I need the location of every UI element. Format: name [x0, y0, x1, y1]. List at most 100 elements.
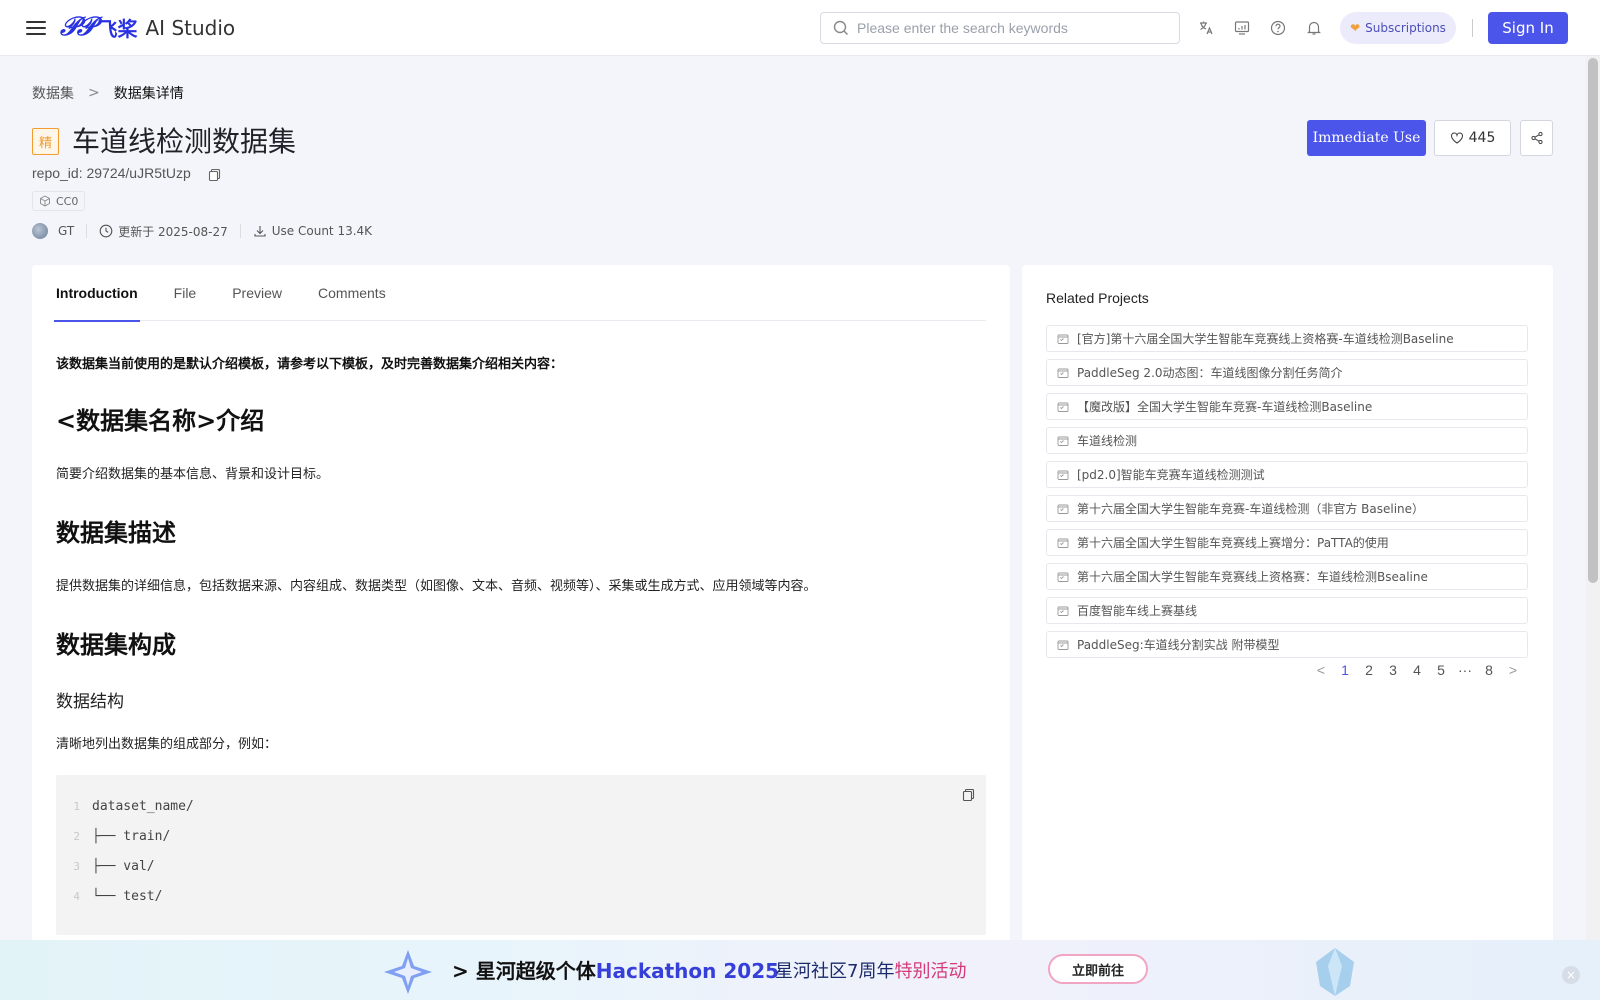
related-project-item[interactable]: 车道线检测	[1046, 427, 1528, 454]
pagination: < 1 2 3 4 5 ··· 8 >	[1309, 662, 1525, 678]
code-line: 1 dataset_name/	[56, 799, 194, 814]
subscription-heart-icon: ❤	[1350, 21, 1361, 35]
code-text: └── test/	[92, 889, 163, 904]
related-project-item[interactable]: [官方]第十六届全国大学生智能车竞赛线上资格赛-车道线检测Baseline	[1046, 325, 1528, 352]
breadcrumb: 数据集 > 数据集详情	[32, 83, 184, 103]
subscriptions-button[interactable]: ❤ Subscriptions	[1340, 12, 1456, 44]
banner-headline: > 星河超级个体Hackathon 2025	[452, 955, 779, 984]
immediate-use-button[interactable]: Immediate Use	[1307, 120, 1426, 156]
close-banner-icon[interactable]: ×	[1562, 966, 1580, 984]
like-button[interactable]: 445	[1434, 120, 1511, 156]
use-count: Use Count 13.4K	[253, 224, 372, 238]
translate-icon[interactable]	[1196, 18, 1216, 38]
banner-sub-a: 星河社区7周年	[775, 961, 895, 982]
code-line: 2 ├── train/	[56, 829, 170, 844]
copy-icon[interactable]	[208, 167, 222, 186]
logo-mark: 𝒫𝒫	[60, 12, 95, 42]
meta-divider	[86, 224, 88, 238]
related-project-title: 第十六届全国大学生智能车竞赛-车道线检测（非官方 Baseline）	[1077, 502, 1425, 516]
banner-arrow: >	[452, 959, 469, 983]
heading-description: 数据集描述	[56, 518, 176, 547]
main-content-card: Introduction File Preview Comments 该数据集当…	[32, 265, 1010, 1000]
heading-intro: <数据集名称>介绍	[56, 406, 265, 435]
related-project-item[interactable]: PaddleSeg:车道线分割实战 附带模型	[1046, 631, 1528, 658]
chevron-right-icon: >	[88, 85, 100, 101]
next-page-icon[interactable]: >	[1501, 662, 1525, 678]
page-8[interactable]: 8	[1477, 662, 1501, 678]
share-button[interactable]	[1520, 120, 1553, 156]
banner-subtitle: 星河社区7周年特别活动	[775, 957, 966, 983]
breadcrumb-datasets-link[interactable]: 数据集	[32, 83, 74, 103]
code-text: dataset_name/	[92, 799, 194, 814]
tab-bar: Introduction File Preview Comments	[54, 265, 986, 322]
banner-text-b: Hackathon 2025	[595, 959, 780, 983]
site-logo[interactable]: 𝒫𝒫 飞桨 AI Studio	[60, 12, 235, 43]
tab-comments[interactable]: Comments	[318, 265, 386, 321]
license-label: CC0	[56, 194, 79, 208]
related-project-title: [官方]第十六届全国大学生智能车竞赛线上资格赛-车道线检测Baseline	[1077, 332, 1454, 346]
use-count-text: Use Count 13.4K	[271, 224, 373, 238]
search-input[interactable]	[857, 20, 1179, 36]
related-project-item[interactable]: 第十六届全国大学生智能车竞赛-车道线检测（非官方 Baseline）	[1046, 495, 1528, 522]
sign-in-button[interactable]: Sign In	[1488, 12, 1568, 44]
avatar[interactable]	[32, 223, 48, 239]
like-count: 445	[1468, 130, 1496, 146]
search-icon	[833, 20, 848, 35]
monitor-icon[interactable]	[1232, 18, 1252, 38]
cube-icon	[40, 195, 50, 207]
line-number: 4	[73, 890, 80, 903]
folder-icon	[1057, 402, 1069, 412]
copy-code-icon[interactable]	[962, 787, 976, 806]
folder-icon	[1057, 606, 1069, 616]
help-icon[interactable]	[1268, 18, 1288, 38]
folder-icon	[1057, 640, 1069, 650]
search-box	[820, 12, 1180, 44]
prev-page-icon[interactable]: <	[1309, 662, 1333, 678]
featured-badge: 精	[32, 128, 59, 155]
scroll-thumb[interactable]	[1588, 58, 1598, 583]
author-name[interactable]: GT	[58, 224, 74, 238]
related-project-item[interactable]: 第十六届全国大学生智能车竞赛线上资格赛：车道线检测Bsealine	[1046, 563, 1528, 590]
paragraph-description: 提供数据集的详细信息，包括数据来源、内容组成、数据类型（如图像、文本、音频、视频…	[56, 579, 817, 594]
related-project-item[interactable]: PaddleSeg 2.0动态图：车道线图像分割任务简介	[1046, 359, 1528, 386]
meta-row: GT 更新于 2025-08-27 Use Count 13.4K	[32, 220, 372, 242]
related-project-title: 第十六届全国大学生智能车竞赛线上资格赛：车道线检测Bsealine	[1077, 570, 1428, 584]
tab-file[interactable]: File	[174, 265, 197, 321]
logo-en-text: AI Studio	[145, 15, 236, 40]
page-2[interactable]: 2	[1357, 662, 1381, 678]
page-4[interactable]: 4	[1405, 662, 1429, 678]
folder-icon	[1057, 504, 1069, 514]
folder-icon	[1057, 538, 1069, 548]
code-text: ├── val/	[92, 859, 155, 874]
clock-icon	[99, 224, 113, 238]
line-number: 3	[73, 860, 80, 873]
related-project-title: 百度智能车线上赛基线	[1077, 604, 1198, 618]
code-line: 3 ├── val/	[56, 859, 155, 874]
related-project-title: 第十六届全国大学生智能车竞赛线上赛增分：PaTTA的使用	[1077, 536, 1389, 550]
bell-icon[interactable]	[1304, 18, 1324, 38]
related-projects-card: Related Projects [官方]第十六届全国大学生智能车竞赛线上资格赛…	[1022, 265, 1553, 1000]
banner-go-button[interactable]: 立即前往	[1048, 954, 1148, 984]
related-project-item[interactable]: 百度智能车线上赛基线	[1046, 597, 1528, 624]
top-header: 𝒫𝒫 飞桨 AI Studio ❤ Subscriptions Sign In	[0, 0, 1600, 56]
paragraph-structure: 清晰地列出数据集的组成部分，例如：	[56, 737, 278, 752]
page-3[interactable]: 3	[1381, 662, 1405, 678]
page-scrollbar[interactable]	[1586, 56, 1600, 1000]
line-number: 2	[73, 830, 80, 843]
logo-cn-text: 飞桨	[97, 17, 138, 41]
page-ellipsis[interactable]: ···	[1453, 662, 1477, 678]
banner-sub-b: 特别活动	[894, 961, 967, 982]
folder-icon	[1057, 368, 1069, 378]
page-title: 车道线检测数据集	[72, 125, 297, 158]
tab-preview[interactable]: Preview	[232, 265, 282, 321]
menu-icon[interactable]	[26, 18, 46, 38]
promo-banner[interactable]: > 星河超级个体Hackathon 2025 星河社区7周年特别活动 立即前往 …	[0, 940, 1600, 1000]
share-icon	[1530, 131, 1543, 145]
related-project-item[interactable]: 第十六届全国大学生智能车竞赛线上赛增分：PaTTA的使用	[1046, 529, 1528, 556]
related-project-item[interactable]: [pd2.0]智能车竞赛车道线检测测试	[1046, 461, 1528, 488]
page-1[interactable]: 1	[1333, 662, 1357, 678]
page-5[interactable]: 5	[1429, 662, 1453, 678]
tab-introduction[interactable]: Introduction	[54, 265, 140, 322]
related-project-item[interactable]: 【魔改版】全国大学生智能车竞赛-车道线检测Baseline	[1046, 393, 1528, 420]
heading-structure: 数据结构	[56, 692, 124, 712]
